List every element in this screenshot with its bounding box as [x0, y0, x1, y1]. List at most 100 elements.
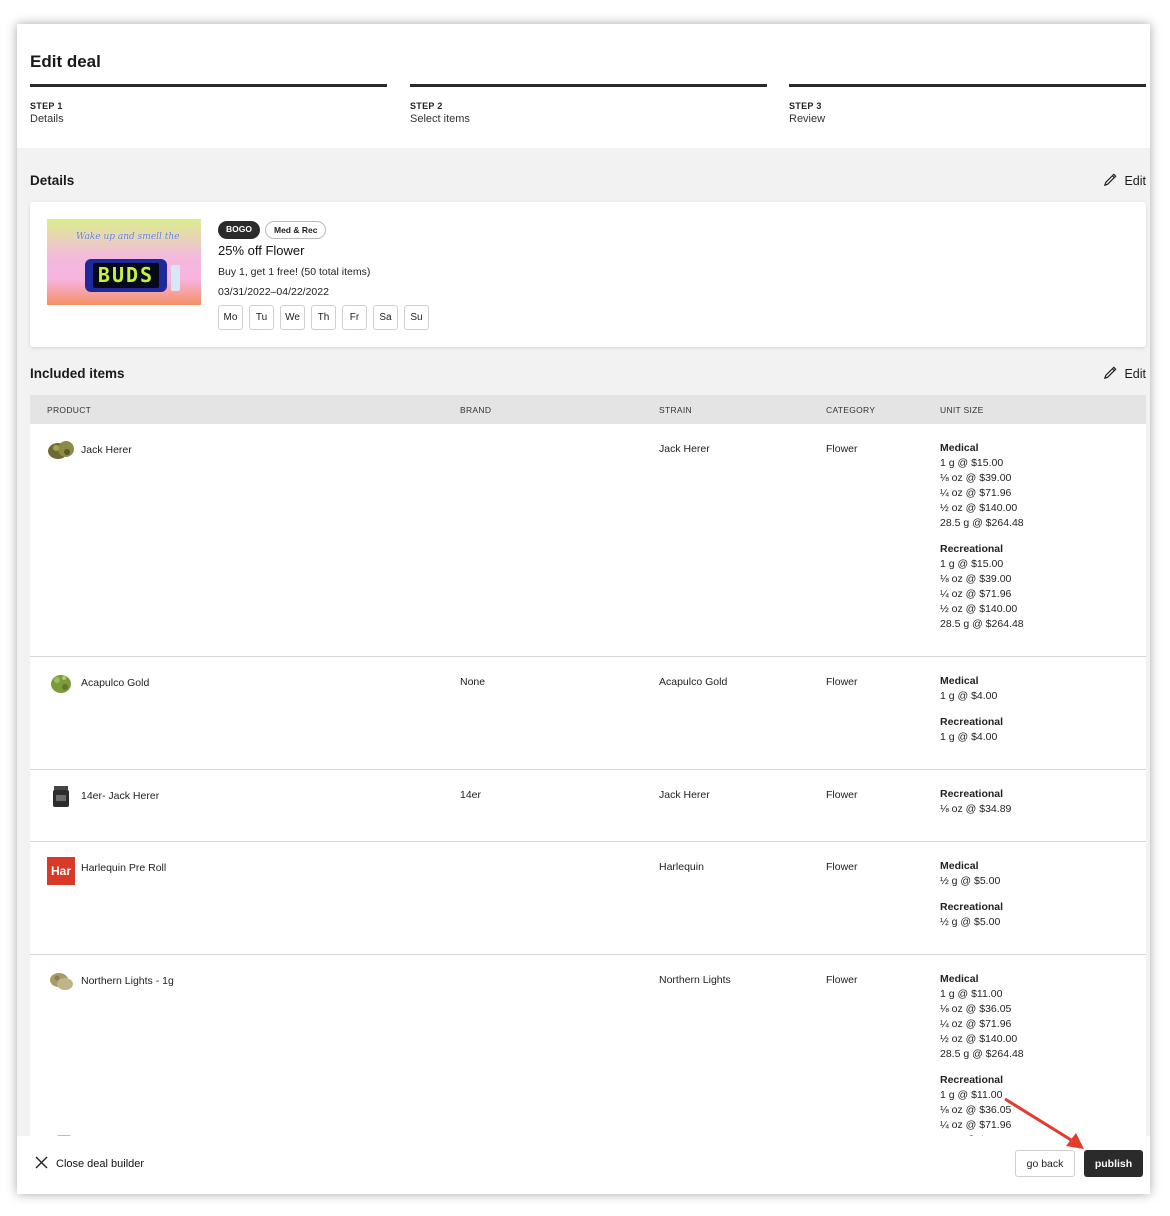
deal-banner-image: Wake up and smell the BUDS	[47, 219, 201, 305]
unit-group-title: Recreational	[940, 788, 1004, 800]
brand-cell: 14er	[460, 789, 482, 801]
unit-size-cell: Medical 1 g @ $15.00 ⅛ oz @ $39.00 ¼ oz @ $…	[940, 441, 1024, 632]
jack-herer-thumbnail	[47, 436, 75, 464]
step-name: Review	[789, 113, 826, 125]
deal-dates: 03/31/2022–04/22/2022	[218, 286, 329, 298]
edit-label: Edit	[1124, 174, 1146, 188]
step-name: Details	[30, 113, 64, 125]
included-items-edit-button[interactable]: Edit	[1103, 365, 1146, 383]
unit-group-title: Medical	[940, 675, 979, 687]
unit-price-line: 28.5 g @ $264.48	[940, 1048, 1024, 1060]
unit-price-line: ½ oz @ $140.00	[940, 502, 1018, 514]
unit-group-title: Recreational	[940, 901, 1004, 913]
close-deal-builder-button[interactable]: Close deal builder	[35, 1156, 144, 1172]
table-row: 14er- Jack Herer 14er Jack Herer Flower Recr…	[30, 770, 1146, 842]
clock-display: BUDS	[93, 263, 159, 288]
unit-price-line: ½ oz @ $140.00	[940, 1033, 1018, 1045]
day-chip: Th	[311, 305, 336, 330]
go-back-button[interactable]: go back	[1015, 1150, 1075, 1177]
step-3[interactable]: STEP 3 Review	[789, 84, 1146, 125]
strain-cell: Harlequin	[659, 861, 704, 873]
column-header-category: CATEGORY	[826, 405, 876, 415]
deal-builder-window: Edit deal STEP 1 Details STEP 2 Select i…	[17, 24, 1150, 1194]
step-number: STEP 3	[789, 101, 822, 111]
unit-price-line: ¼ oz @ $71.96	[940, 1018, 1012, 1030]
unit-price-line: 28.5 g @ $264.48	[940, 517, 1024, 529]
unit-size-cell: Recreational ⅛ oz @ $34.89	[940, 787, 1011, 817]
pencil-icon	[1103, 172, 1118, 190]
table-row: Jack Herer Jack Herer Flower Medical 1 g @ $…	[30, 424, 1146, 657]
unit-price-line: ⅛ oz @ $36.05	[940, 1104, 1012, 1116]
product-name[interactable]: 14er- Jack Herer	[81, 790, 159, 802]
edit-label: Edit	[1124, 367, 1146, 381]
category-cell: Flower	[826, 676, 858, 688]
table-row: Har Harlequin Pre Roll Harlequin Flower Medi…	[30, 842, 1146, 955]
unit-price-line: 1 g @ $11.00	[940, 988, 1003, 1000]
step-2[interactable]: STEP 2 Select items	[410, 84, 767, 125]
unit-size-cell: Medical 1 g @ $4.00 Recreational 1 g @ $4.0…	[940, 674, 1003, 745]
strain-cell: Jack Herer	[659, 789, 710, 801]
bottle-graphic	[171, 265, 180, 291]
pencil-icon	[1103, 365, 1118, 383]
unit-price-line: ¼ oz @ $71.96	[940, 487, 1012, 499]
unit-size-cell: Medical 1 g @ $11.00 ⅛ oz @ $36.05 ¼ oz @ $…	[940, 972, 1024, 1155]
alarm-clock-graphic: BUDS	[85, 259, 167, 292]
product-name[interactable]: Northern Lights - 1g	[81, 975, 174, 987]
acapulco-gold-thumbnail	[47, 669, 75, 697]
details-section-title: Details	[30, 173, 75, 188]
day-chip: Tu	[249, 305, 274, 330]
unit-price-line: ⅛ oz @ $39.00	[940, 573, 1012, 585]
unit-price-line: ½ g @ $5.00	[940, 875, 1001, 887]
unit-group-title: Recreational	[940, 543, 1004, 555]
day-chip: Su	[404, 305, 429, 330]
deal-type-badge: BOGO	[218, 221, 260, 239]
unit-price-line: ½ g @ $5.00	[940, 916, 1001, 928]
included-items-table: PRODUCT BRAND STRAIN CATEGORY UNIT SIZE …	[30, 395, 1146, 1155]
step-number: STEP 1	[30, 101, 63, 111]
header-area: Edit deal STEP 1 Details STEP 2 Select i…	[17, 24, 1150, 148]
unit-price-line: 1 g @ $11.00	[940, 1089, 1003, 1101]
details-edit-button[interactable]: Edit	[1103, 172, 1146, 190]
unit-price-line: 1 g @ $15.00	[940, 457, 1004, 469]
step-name: Select items	[410, 113, 470, 125]
unit-group-title: Medical	[940, 860, 979, 872]
product-name[interactable]: Jack Herer	[81, 444, 132, 456]
unit-group-title: Medical	[940, 973, 979, 985]
menu-type-badge: Med & Rec	[264, 221, 327, 239]
step-number: STEP 2	[410, 101, 443, 111]
close-label: Close deal builder	[56, 1158, 145, 1170]
product-name[interactable]: Harlequin Pre Roll	[81, 862, 166, 874]
page-title: Edit deal	[30, 52, 101, 71]
category-cell: Flower	[826, 861, 858, 873]
strain-cell: Acapulco Gold	[659, 676, 728, 688]
column-header-product: PRODUCT	[47, 405, 92, 415]
category-cell: Flower	[826, 443, 858, 455]
unit-price-line: 1 g @ $4.00	[940, 690, 998, 702]
unit-price-line: ⅛ oz @ $39.00	[940, 472, 1012, 484]
column-header-unit-size: UNIT SIZE	[940, 405, 984, 415]
unit-price-line: ¼ oz @ $71.96	[940, 588, 1012, 600]
jar-thumbnail	[47, 782, 75, 810]
product-name[interactable]: Acapulco Gold	[81, 677, 149, 689]
included-items-title: Included items	[30, 366, 125, 381]
banner-text: Wake up and smell the	[76, 232, 180, 242]
publish-button[interactable]: publish	[1084, 1150, 1143, 1177]
northern-lights-thumbnail	[47, 967, 75, 995]
unit-price-line: ¼ oz @ $71.96	[940, 1119, 1012, 1131]
footer-bar: Close deal builder go back publish	[17, 1136, 1150, 1194]
deal-tags: BOGO Med & Rec	[218, 221, 327, 239]
unit-price-line: ½ oz @ $140.00	[940, 603, 1018, 615]
category-cell: Flower	[826, 974, 858, 986]
harlequin-thumbnail: Har	[47, 857, 75, 885]
table-body: Jack Herer Jack Herer Flower Medical 1 g @ $…	[30, 424, 1146, 1155]
unit-price-line: 1 g @ $15.00	[940, 558, 1004, 570]
unit-price-line: 1 g @ $4.00	[940, 731, 998, 743]
step-1[interactable]: STEP 1 Details	[30, 84, 387, 125]
column-header-strain: STRAIN	[659, 405, 692, 415]
strain-cell: Northern Lights	[659, 974, 731, 986]
table-row: Acapulco Gold None Acapulco Gold Flower Medi…	[30, 657, 1146, 770]
unit-group-title: Recreational	[940, 1074, 1004, 1086]
unit-price-line: 28.5 g @ $264.48	[940, 618, 1024, 630]
table-header: PRODUCT BRAND STRAIN CATEGORY UNIT SIZE	[30, 395, 1146, 424]
brand-cell: None	[460, 676, 486, 688]
